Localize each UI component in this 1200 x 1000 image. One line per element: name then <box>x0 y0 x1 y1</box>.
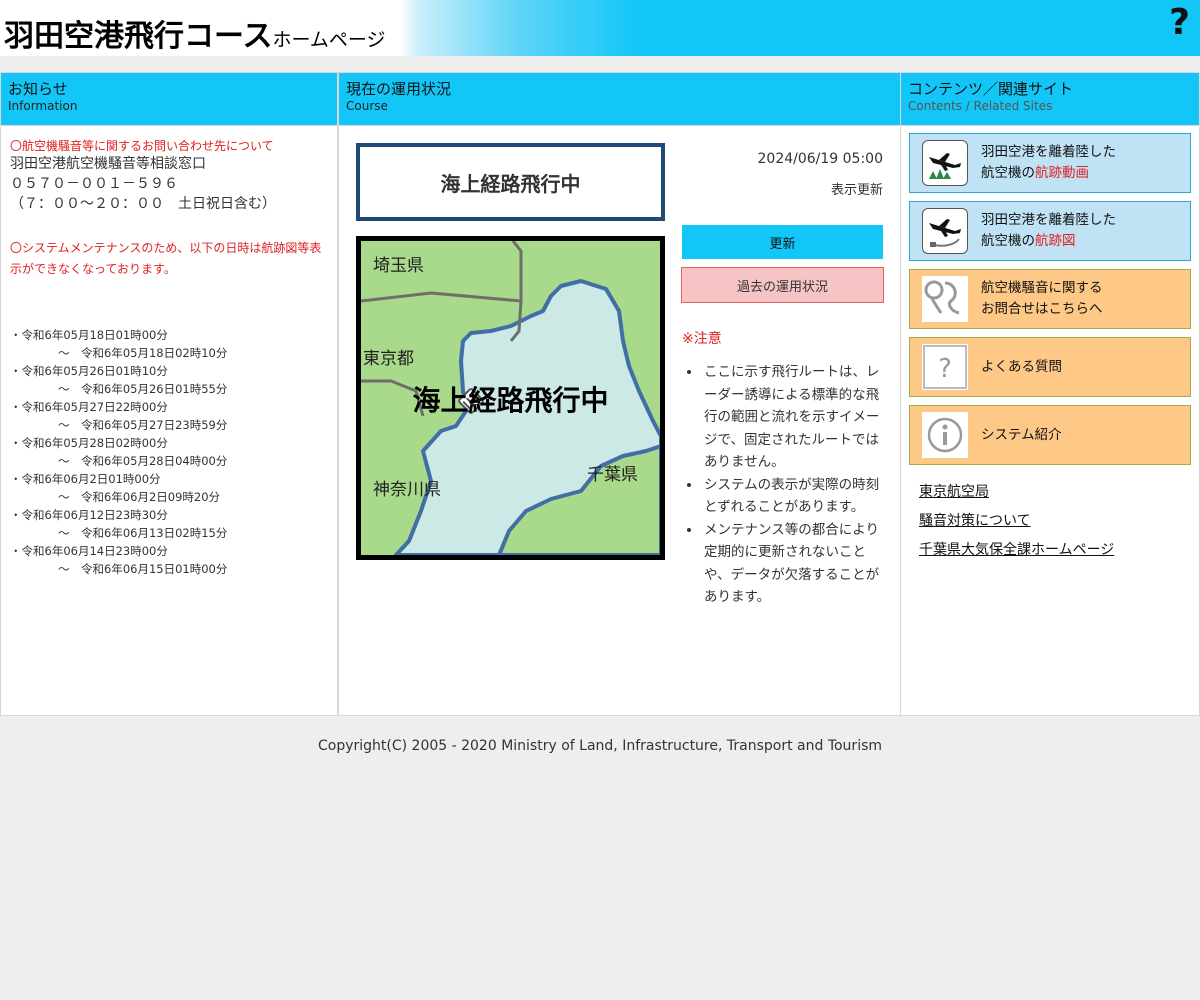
caution-item: ここに示す飛行ルートは、レーダー誘導による標準的な飛行の範囲と流れを示すイメージ… <box>702 361 887 474</box>
track-map-button[interactable]: 羽田空港を離着陸した 航空機の航跡図 <box>909 201 1191 261</box>
svg-text:?: ? <box>938 354 952 384</box>
course-panel: 現在の運用状況 Course 海上経路飛行中 埼玉県 東京都 神奈川県 千葉県 … <box>338 72 901 716</box>
notice-inquiry-phone: ０５７０－００１－５９６ <box>10 176 178 192</box>
schedule-start: ・令和6年06月2日01時00分 <box>10 472 161 486</box>
schedule-end: ～ 令和6年06月15日01時00分 <box>58 562 228 576</box>
link-chiba-air-quality[interactable]: 千葉県大気保全課ホームページ <box>919 539 1114 559</box>
noise-inquiry-icon <box>922 276 968 322</box>
current-datetime: 2024/06/19 05:00 <box>757 151 884 167</box>
help-icon[interactable]: ? <box>1169 2 1190 43</box>
schedule-end: ～ 令和6年05月28日04時00分 <box>58 454 228 468</box>
course-heading-en: Course <box>346 99 388 113</box>
update-button[interactable]: 更新 <box>682 225 883 259</box>
map-label-saitama: 埼玉県 <box>373 256 424 276</box>
track-video-button[interactable]: 羽田空港を離着陸した 航空機の航跡動画 <box>909 133 1191 193</box>
schedule-start: ・令和6年05月27日22時00分 <box>10 400 168 414</box>
contents-header: コンテンツ／関連サイト Contents / Related Sites <box>901 73 1199 126</box>
noise-inquiry-button[interactable]: 航空機騒音に関する お問合せはこちらへ <box>909 269 1191 329</box>
system-intro-label: システム紹介 <box>981 426 1062 443</box>
info-icon <box>922 412 968 458</box>
caution-item: システムの表示が実際の時刻とずれることがあります。 <box>702 474 887 519</box>
link-tokyo-civil-aviation[interactable]: 東京航空局 <box>919 481 989 501</box>
map-label-chiba: 千葉県 <box>587 465 638 485</box>
footer-copyright: Copyright(C) 2005 - 2020 Ministry of Lan… <box>317 738 883 754</box>
site-title[interactable]: 羽田空港飛行コースホームページ <box>4 11 386 55</box>
notice-inquiry-title: 〇航空機騒音等に関するお問い合わせ先について <box>10 139 274 153</box>
map-label-tokyo: 東京都 <box>363 349 414 369</box>
question-icon: ? <box>922 344 968 390</box>
link-noise-measures[interactable]: 騒音対策について <box>919 510 1031 530</box>
site-title-main: 羽田空港飛行コース <box>4 19 273 54</box>
faq-button[interactable]: ? よくある質問 <box>909 337 1191 397</box>
schedule-end: ～ 令和6年05月18日02時10分 <box>58 346 228 360</box>
airplane-forest-icon <box>922 140 968 186</box>
noise-inquiry-label: 航空機騒音に関する お問合せはこちらへ <box>981 278 1103 320</box>
menu-line: 羽田空港を離着陸した <box>981 212 1116 228</box>
site-title-sub: ホームページ <box>272 29 386 51</box>
schedule-start: ・令和6年05月18日01時00分 <box>10 328 168 342</box>
system-intro-button[interactable]: システム紹介 <box>909 405 1191 465</box>
notice-inquiry-line: 羽田空港航空機騒音等相談窓口 <box>10 156 206 172</box>
track-map-label: 羽田空港を離着陸した 航空機の航跡図 <box>981 210 1116 252</box>
schedule-end: ～ 令和6年05月27日23時59分 <box>58 418 228 432</box>
information-body: 〇航空機騒音等に関するお問い合わせ先について 羽田空港航空機騒音等相談窓口 ０５… <box>1 126 337 590</box>
operation-status-box: 海上経路飛行中 <box>356 143 665 221</box>
course-map[interactable]: 埼玉県 東京都 神奈川県 千葉県 海上経路飛行中 <box>356 236 665 560</box>
contents-heading-en: Contents / Related Sites <box>908 99 1053 113</box>
menu-highlight: 航跡図 <box>1035 233 1076 249</box>
menu-line: 羽田空港を離着陸した <box>981 144 1116 160</box>
map-status-overlay: 海上経路飛行中 <box>412 384 609 417</box>
notice-maintenance: 〇システムメンテナンスのため、以下の日時は航跡図等表示ができなくなっております。 <box>10 241 322 276</box>
schedule-end: ～ 令和6年06月13日02時15分 <box>58 526 228 540</box>
caution-title: ※注意 <box>682 331 722 347</box>
schedule-start: ・令和6年06月12日23時30分 <box>10 508 168 522</box>
schedule-end: ～ 令和6年05月26日01時55分 <box>58 382 228 396</box>
schedule-start: ・令和6年05月28日02時00分 <box>10 436 168 450</box>
schedule-end: ～ 令和6年06月2日09時20分 <box>58 490 221 504</box>
track-video-label: 羽田空港を離着陸した 航空機の航跡動画 <box>981 142 1116 184</box>
menu-highlight: 航跡動画 <box>1035 165 1089 181</box>
information-panel: お知らせ Information 〇航空機騒音等に関するお問い合わせ先について … <box>0 72 338 716</box>
page-header: 羽田空港飛行コースホームページ ? <box>0 0 1200 56</box>
caution-item: メンテナンス等の都合により定期的に更新されないことや、データが欠落することがあり… <box>702 519 887 609</box>
notice-inquiry-hours: （７：００～２０：００ 土日祝日含む） <box>10 196 276 212</box>
menu-line: 航空機騒音に関する <box>981 280 1103 296</box>
caution-list: ここに示す飛行ルートは、レーダー誘導による標準的な飛行の範囲と流れを示すイメージ… <box>702 361 887 609</box>
display-update-label: 表示更新 <box>830 183 883 198</box>
map-label-kanagawa: 神奈川県 <box>373 480 441 500</box>
course-header: 現在の運用状況 Course <box>339 73 900 126</box>
schedule-start: ・令和6年06月14日23時00分 <box>10 544 168 558</box>
menu-line: 航空機の <box>981 233 1035 249</box>
airplane-track-icon <box>922 208 968 254</box>
menu-line: お問合せはこちらへ <box>981 301 1103 317</box>
information-header: お知らせ Information <box>1 73 337 126</box>
contents-heading: コンテンツ／関連サイト <box>908 80 1074 98</box>
schedule-start: ・令和6年05月26日01時10分 <box>10 364 168 378</box>
past-status-button[interactable]: 過去の運用状況 <box>681 267 884 303</box>
menu-line: 航空機の <box>981 165 1035 181</box>
maintenance-schedule: ・令和6年05月18日01時00分 ～ 令和6年05月18日02時10分 ・令和… <box>10 326 328 578</box>
faq-label: よくある質問 <box>981 358 1062 375</box>
information-heading: お知らせ <box>8 80 68 98</box>
contents-panel: コンテンツ／関連サイト Contents / Related Sites 羽田空… <box>900 72 1200 716</box>
information-heading-en: Information <box>8 99 78 113</box>
course-heading: 現在の運用状況 <box>346 80 452 98</box>
